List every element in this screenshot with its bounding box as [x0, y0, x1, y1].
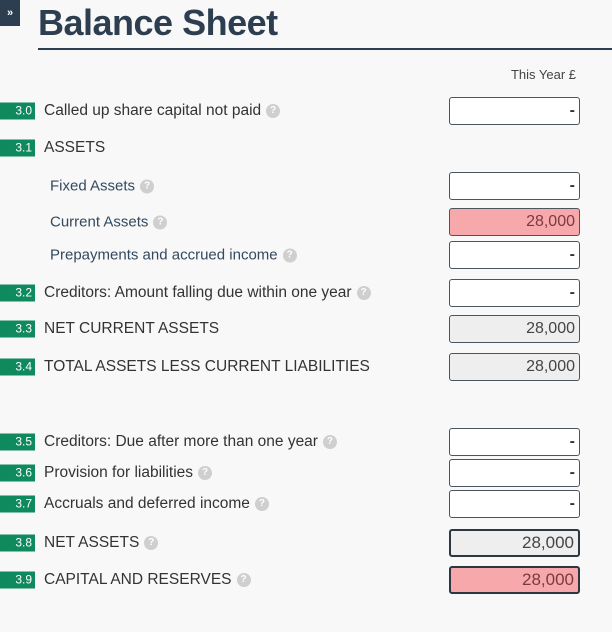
row-label: Accruals and deferred income? — [44, 495, 269, 513]
help-icon[interactable]: ? — [140, 179, 155, 193]
row-label-text: Provision for liabilities — [44, 464, 194, 481]
section-code-badge: 3.9 — [0, 571, 35, 589]
table-row: Current Assets? 28,000 — [0, 207, 612, 237]
double-chevron-right-icon: » — [6, 7, 14, 19]
table-row: 3.1 ASSETS — [0, 133, 612, 163]
table-row: 3.7 Accruals and deferred income? - — [0, 489, 612, 519]
table-row: 3.0 Called up share capital not paid? - — [0, 96, 612, 126]
section-code-badge: 3.2 — [0, 284, 35, 302]
row-label-text: CAPITAL AND RESERVES — [44, 571, 232, 588]
value-readonly: 28,000 — [449, 353, 580, 381]
value-input[interactable]: - — [449, 172, 580, 200]
value-input[interactable]: - — [449, 490, 580, 518]
help-icon[interactable]: ? — [153, 215, 168, 229]
section-code-badge: 3.4 — [0, 358, 35, 376]
row-label-text: Creditors: Amount falling due within one… — [44, 284, 352, 301]
value-input[interactable]: - — [449, 97, 580, 125]
section-code-badge: 3.7 — [0, 495, 35, 513]
section-code-badge: 3.6 — [0, 464, 35, 482]
row-label-text: NET ASSETS — [44, 534, 140, 551]
table-row: 3.4 TOTAL ASSETS LESS CURRENT LIABILITIES… — [0, 352, 612, 382]
row-label-text: Prepayments and accrued income — [50, 246, 278, 264]
value-readonly: 28,000 — [449, 529, 580, 557]
help-icon[interactable]: ? — [266, 104, 281, 118]
help-icon[interactable]: ? — [144, 536, 159, 550]
value-input[interactable]: - — [449, 428, 580, 456]
section-code-badge: 3.0 — [0, 102, 35, 120]
table-row: 3.9 CAPITAL AND RESERVES? 28,000 — [0, 565, 612, 595]
row-label-text: Accruals and deferred income — [44, 495, 250, 512]
section-code-badge: 3.8 — [0, 534, 35, 552]
row-label: Prepayments and accrued income? — [50, 247, 297, 264]
table-row: 3.6 Provision for liabilities? - — [0, 458, 612, 488]
row-label: Current Assets? — [50, 213, 168, 231]
help-icon[interactable]: ? — [322, 435, 337, 449]
table-row: Fixed Assets? - — [0, 171, 612, 201]
row-label: ASSETS — [44, 139, 105, 157]
page-title: Balance Sheet — [38, 2, 278, 43]
row-label: NET CURRENT ASSETS — [44, 320, 219, 338]
row-label: Provision for liabilities? — [44, 464, 213, 482]
row-label-text: Current Assets — [50, 213, 149, 231]
column-header-this-year: This Year £ — [510, 67, 576, 82]
table-row: 3.8 NET ASSETS? 28,000 — [0, 528, 612, 558]
value-input[interactable]: - — [449, 279, 580, 307]
value-readonly: 28,000 — [449, 566, 580, 594]
help-icon[interactable]: ? — [198, 466, 213, 480]
row-label-text: Creditors: Due after more than one year — [44, 433, 318, 450]
table-row: Prepayments and accrued income? - — [0, 240, 612, 270]
sidebar-toggle-button[interactable]: » — [0, 0, 20, 26]
row-label-text: Called up share capital not paid — [44, 102, 262, 119]
help-icon[interactable]: ? — [282, 248, 297, 262]
help-icon[interactable]: ? — [236, 573, 251, 587]
row-label-text: ASSETS — [44, 139, 106, 156]
value-input[interactable]: - — [449, 459, 580, 487]
value-readonly: 28,000 — [449, 208, 580, 236]
title-divider — [38, 48, 612, 50]
row-label: CAPITAL AND RESERVES? — [44, 571, 251, 589]
table-row: 3.2 Creditors: Amount falling due within … — [0, 278, 612, 308]
row-label: NET ASSETS? — [44, 534, 159, 552]
table-row: 3.5 Creditors: Due after more than one ye… — [0, 427, 612, 457]
row-label: Creditors: Due after more than one year? — [44, 433, 337, 451]
table-row: 3.3 NET CURRENT ASSETS 28,000 — [0, 314, 612, 344]
row-label: Fixed Assets? — [50, 177, 155, 195]
row-label-text: Fixed Assets — [50, 177, 136, 195]
row-label-text: NET CURRENT ASSETS — [44, 320, 220, 337]
row-label-text: TOTAL ASSETS LESS CURRENT LIABILITIES — [44, 358, 370, 375]
row-label: TOTAL ASSETS LESS CURRENT LIABILITIES — [44, 358, 370, 376]
value-readonly: 28,000 — [449, 315, 580, 343]
section-code-badge: 3.5 — [0, 433, 35, 451]
help-icon[interactable]: ? — [356, 286, 371, 300]
row-label: Called up share capital not paid? — [44, 102, 281, 120]
help-icon[interactable]: ? — [254, 497, 269, 511]
section-code-badge: 3.3 — [0, 320, 35, 338]
section-code-badge: 3.1 — [0, 139, 35, 157]
row-label: Creditors: Amount falling due within one… — [44, 284, 371, 302]
value-input[interactable]: - — [449, 241, 580, 269]
